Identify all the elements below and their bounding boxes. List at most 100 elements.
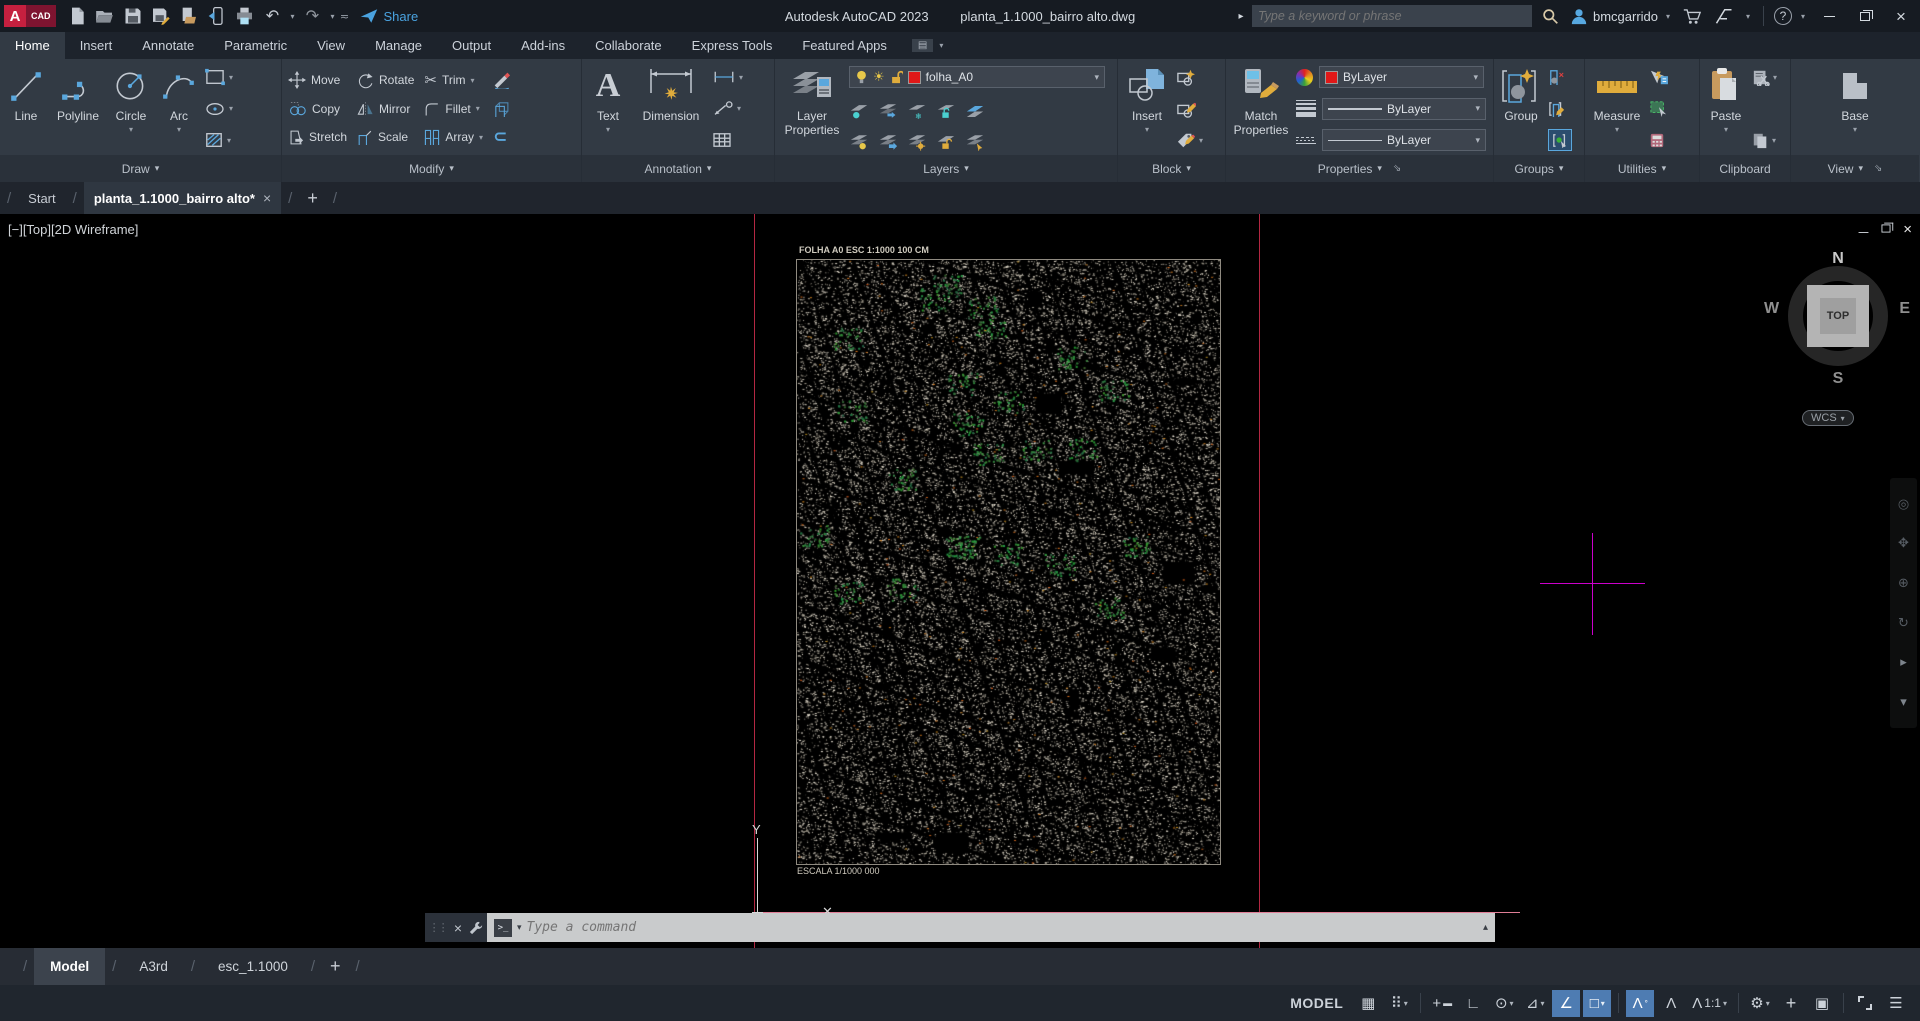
scale-button[interactable]: Scale — [357, 125, 414, 149]
panel-title-groups[interactable]: Groups▾ — [1494, 155, 1584, 182]
layout-tab-model[interactable]: Model — [34, 948, 105, 985]
copy-clip-button[interactable]: ▾ — [1752, 129, 1777, 151]
object-snap-tracking-toggle[interactable]: ∠ — [1552, 990, 1580, 1017]
panel-title-utilities[interactable]: Utilities▾ — [1585, 155, 1699, 182]
quick-select-button[interactable] — [1649, 66, 1669, 88]
file-tab-start[interactable]: Start — [18, 182, 65, 214]
measure-button[interactable]: Measure ▾ — [1589, 62, 1645, 155]
drawing-canvas[interactable]: [−][Top][2D Wireframe] × FOLHA A0 ESC 1:… — [0, 214, 1920, 948]
tab-output[interactable]: Output — [437, 32, 506, 59]
command-grip-handle[interactable]: ⋮⋮ — [429, 921, 447, 934]
navbar-menu-icon[interactable]: ▾ — [1900, 694, 1907, 710]
save-to-web-mobile-button[interactable] — [176, 3, 202, 29]
tab-view[interactable]: View — [302, 32, 360, 59]
layer-off-icon[interactable] — [849, 134, 869, 151]
ortho-mode-toggle[interactable]: ∟ — [1459, 990, 1487, 1017]
qat-customize-button[interactable]: ≂ — [340, 10, 350, 23]
linear-dimension-button[interactable]: ▾ — [712, 66, 743, 88]
match-properties-button[interactable]: Match Properties — [1230, 62, 1292, 155]
new-drawing-tab-button[interactable]: + — [299, 188, 326, 209]
view-dialog-launcher[interactable]: ⇘ — [1874, 163, 1882, 174]
text-button[interactable]: A Text ▾ — [586, 62, 630, 155]
annotation-visibility-toggle[interactable]: Λ° — [1626, 990, 1654, 1017]
share-button[interactable]: Share — [360, 8, 419, 24]
grid-display-toggle[interactable]: ▦ — [1354, 990, 1382, 1017]
command-history-toggle[interactable]: ▴ — [1483, 922, 1488, 933]
viewport-restore-icon[interactable] — [1881, 220, 1891, 238]
tab-insert[interactable]: Insert — [65, 32, 128, 59]
save-button[interactable] — [120, 3, 146, 29]
panel-title-layers[interactable]: Layers▾ — [775, 155, 1117, 182]
group-button[interactable]: Group — [1498, 62, 1544, 155]
layer-match-icon[interactable] — [878, 134, 898, 151]
tab-express-tools[interactable]: Express Tools — [677, 32, 788, 59]
fillet-button[interactable]: Fillet ▾ — [424, 97, 483, 121]
explode-button[interactable] — [493, 97, 511, 121]
copy-button[interactable]: Copy — [288, 97, 347, 121]
tab-parametric[interactable]: Parametric — [209, 32, 302, 59]
panel-title-draw[interactable]: Draw▾ — [0, 155, 281, 182]
rectangle-tool-button[interactable]: ▾ — [204, 66, 233, 88]
restore-button[interactable] — [1850, 3, 1880, 29]
ribbon-display-dropdown[interactable]: ▾ — [936, 41, 946, 50]
new-file-button[interactable] — [64, 3, 90, 29]
undo-dropdown[interactable]: ▾ — [288, 12, 298, 21]
layer-freeze-icon[interactable]: ❄ — [907, 103, 927, 120]
viewcube[interactable]: N W E S TOP WCS ▾ — [1778, 256, 1898, 426]
viewcube-north[interactable]: N — [1778, 250, 1898, 268]
isometric-drafting-toggle[interactable]: ⊿▾ — [1521, 990, 1549, 1017]
search-expand-icon[interactable]: ▸ — [1236, 11, 1246, 22]
layer-isolate-icon[interactable] — [849, 103, 869, 120]
redo-dropdown[interactable]: ▾ — [328, 12, 338, 21]
command-prompt-icon[interactable]: >_ — [494, 919, 512, 937]
open-from-web-mobile-button[interactable] — [204, 3, 230, 29]
panel-title-properties[interactable]: Properties▾ ⇘ — [1226, 155, 1493, 182]
lineweight-combo[interactable]: ByLayer ▾ — [1322, 98, 1486, 120]
annotation-monitor-button[interactable]: + — [1777, 990, 1805, 1017]
undo-button[interactable]: ↶ — [260, 3, 286, 29]
file-tab-close-icon[interactable]: × — [263, 190, 271, 206]
ungroup-button[interactable]: × — [1548, 66, 1572, 88]
workspace-switching-button[interactable]: ⚙▾ — [1746, 990, 1774, 1017]
leader-button[interactable]: ▾ — [712, 98, 743, 120]
viewcube-west[interactable]: W — [1764, 300, 1779, 318]
select-objects-button[interactable] — [1649, 98, 1669, 120]
tab-featured-apps[interactable]: Featured Apps — [787, 32, 902, 59]
help-dropdown[interactable]: ▾ — [1798, 12, 1808, 21]
object-color-combo[interactable]: ByLayer ▾ — [1319, 66, 1484, 88]
minimize-button[interactable] — [1814, 3, 1844, 29]
dimension-button[interactable]: Dimension — [634, 62, 708, 155]
model-space-toggle[interactable]: MODEL — [1282, 990, 1351, 1017]
erase-button[interactable] — [493, 68, 511, 92]
layer-lock-icon[interactable] — [936, 103, 956, 120]
layout-tab-esc[interactable]: esc_1.1000 — [202, 948, 304, 985]
app-store-cart-icon[interactable] — [1679, 3, 1705, 29]
open-file-button[interactable] — [92, 3, 118, 29]
zoom-icon[interactable]: ⊕ — [1898, 575, 1909, 591]
stretch-button[interactable]: Stretch — [288, 125, 347, 149]
quick-calculator-button[interactable] — [1649, 129, 1669, 151]
viewcube-top-face[interactable]: TOP — [1807, 285, 1869, 347]
layout-tab-a3rd[interactable]: A3rd — [123, 948, 184, 985]
object-snap-toggle[interactable]: □▾ — [1583, 990, 1611, 1017]
panel-title-annotation[interactable]: Annotation▾ — [582, 155, 774, 182]
tab-add-ins[interactable]: Add-ins — [506, 32, 580, 59]
insert-block-button[interactable]: Insert ▾ — [1122, 62, 1172, 155]
layer-on-bulb-icon[interactable] — [855, 70, 868, 84]
tab-manage[interactable]: Manage — [360, 32, 437, 59]
viewcube-south[interactable]: S — [1778, 370, 1898, 388]
redo-button[interactable]: ↷ — [300, 3, 326, 29]
recent-commands-dropdown[interactable]: ▾ — [517, 922, 522, 933]
apps-dropdown[interactable]: ▾ — [1743, 12, 1753, 21]
annotation-autoscale-toggle[interactable]: Λ — [1657, 990, 1685, 1017]
annotation-scale-button[interactable]: Λ 1:1 ▾ — [1688, 990, 1731, 1017]
edit-attributes-button[interactable]: ▾ — [1176, 129, 1203, 151]
layer-color-swatch[interactable] — [908, 71, 921, 84]
close-button[interactable]: × — [1886, 3, 1916, 29]
command-customize-wrench-icon[interactable] — [469, 921, 483, 935]
showmotion-icon[interactable]: ▸ — [1900, 654, 1907, 670]
layer-unlock-tool-icon[interactable] — [936, 134, 956, 151]
file-tab-current[interactable]: planta_1.1000_bairro alto* × — [84, 182, 281, 214]
search-input[interactable] — [1258, 9, 1526, 23]
polar-tracking-toggle[interactable]: ⊙▾ — [1490, 990, 1518, 1017]
